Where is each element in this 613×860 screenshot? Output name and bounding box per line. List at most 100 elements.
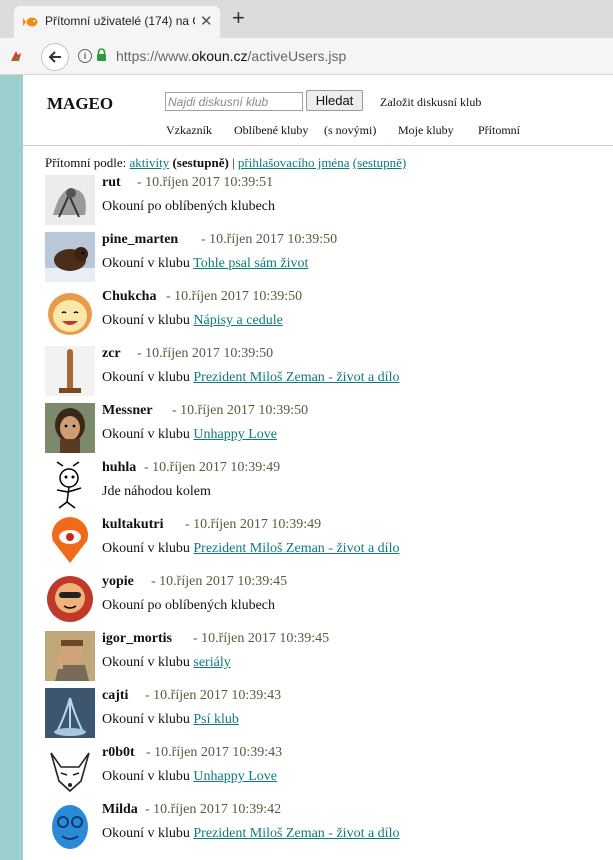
user-time-value: 10.říjen 2017 10:39:45 [201, 631, 330, 646]
user-name[interactable]: Messner [102, 403, 153, 419]
user-avatar[interactable] [45, 745, 95, 795]
browser-toolbar: i https://www.okoun.cz/activeUsers.jsp [0, 38, 613, 75]
user-activity: Okouní v klubu Nápisy a cedule [102, 313, 283, 329]
user-name[interactable]: yopie [102, 574, 134, 590]
user-row: r0b0t - 10.říjen 2017 10:39:43 Okouní v kl… [45, 745, 605, 797]
club-link[interactable]: seriály [193, 655, 230, 670]
url-host: okoun.cz [191, 48, 248, 64]
browser-tab[interactable]: Přítomní uživatelé (174) na Okoun.cz ✕ [14, 6, 220, 38]
user-avatar[interactable] [45, 175, 95, 225]
user-avatar[interactable] [45, 688, 95, 738]
club-link[interactable]: Tohle psal sám život [193, 256, 308, 271]
user-time-value: 10.říjen 2017 10:39:42 [153, 802, 282, 817]
club-link[interactable]: Prezident Miloš Zeman - život a dílo [193, 370, 399, 385]
user-avatar[interactable] [45, 574, 95, 624]
nav-with-new[interactable]: (s novými) [324, 123, 376, 138]
user-time-value: 10.říjen 2017 10:39:50 [180, 403, 309, 418]
club-link[interactable]: Prezident Miloš Zeman - život a dílo [193, 541, 399, 556]
user-name[interactable]: igor_mortis [102, 631, 172, 647]
user-activity-text: Okouní po oblíbených klubech [102, 199, 276, 214]
sort-by-activity-link[interactable]: aktivity [130, 155, 170, 170]
fish-favicon-icon [23, 17, 38, 27]
club-link[interactable]: Prezident Miloš Zeman - život a dílo [193, 826, 399, 841]
user-activity-text: Okouní po oblíbených klubech [102, 598, 276, 613]
url-prefix: https://www. [116, 48, 192, 64]
user-avatar[interactable] [45, 403, 95, 453]
club-link[interactable]: Unhappy Love [193, 769, 277, 784]
user-name[interactable]: rut [102, 175, 121, 191]
user-row: rut - 10.říjen 2017 10:39:51 Okouní po obl… [45, 175, 605, 227]
user-time: - 10.říjen 2017 10:39:43 [146, 745, 283, 760]
user-name[interactable]: kultakutri [102, 517, 163, 533]
user-time-value: 10.říjen 2017 10:39:43 [154, 745, 283, 760]
club-link[interactable]: Psí klub [193, 712, 239, 727]
user-time: - 10.říjen 2017 10:39:45 [151, 574, 288, 589]
user-time: - 10.říjen 2017 10:39:50 [201, 232, 338, 247]
info-icon[interactable]: i [78, 49, 92, 63]
sort-prefix: Přítomní podle: [45, 155, 127, 170]
user-row: yopie - 10.říjen 2017 10:39:45 Okouní po o… [45, 574, 605, 626]
nav-messages[interactable]: Vzkazník [166, 123, 212, 138]
user-activity: Okouní v klubu Unhappy Love [102, 769, 277, 785]
user-time: - 10.říjen 2017 10:39:50 [166, 289, 303, 304]
user-avatar[interactable] [45, 232, 95, 282]
user-activity-text: Okouní v klubu [102, 826, 190, 841]
user-avatar[interactable] [45, 289, 95, 339]
user-time-value: 10.říjen 2017 10:39:50 [174, 289, 303, 304]
lock-icon[interactable] [96, 48, 107, 62]
user-avatar[interactable] [45, 517, 95, 567]
user-activity-text: Okouní v klubu [102, 655, 190, 670]
user-name[interactable]: huhla [102, 460, 136, 476]
user-activity: Okouní v klubu Tohle psal sám život [102, 256, 308, 272]
extension-icon[interactable] [9, 49, 23, 63]
user-activity: Okouní v klubu Prezident Miloš Zeman - ž… [102, 370, 399, 386]
user-avatar[interactable] [45, 346, 95, 396]
user-time: - 10.říjen 2017 10:39:45 [193, 631, 330, 646]
user-activity: Jde náhodou kolem [102, 484, 211, 500]
tab-title: Přítomní uživatelé (174) na Okoun.cz [45, 14, 195, 28]
user-activity: Okouní v klubu Prezident Miloš Zeman - ž… [102, 541, 399, 557]
header-divider [23, 145, 613, 146]
sort-activity-order: (sestupně) [172, 155, 229, 170]
user-activity-text: Jde náhodou kolem [102, 484, 211, 499]
user-time: - 10.říjen 2017 10:39:50 [172, 403, 309, 418]
user-row: huhla - 10.říjen 2017 10:39:49 Jde náhodou… [45, 460, 605, 512]
club-link[interactable]: Unhappy Love [193, 427, 277, 442]
sort-separator: | [232, 155, 235, 170]
new-tab-icon[interactable]: + [232, 7, 245, 29]
club-link[interactable]: Nápisy a cedule [193, 313, 282, 328]
tab-close-icon[interactable]: ✕ [200, 12, 213, 30]
search-button[interactable]: Hledat [306, 90, 363, 111]
user-activity: Okouní v klubu Prezident Miloš Zeman - ž… [102, 826, 399, 842]
user-activity-text: Okouní v klubu [102, 541, 190, 556]
back-button[interactable] [41, 43, 69, 71]
user-time: - 10.říjen 2017 10:39:42 [145, 802, 282, 817]
sort-by-login-link[interactable]: přihlašovacího jména [238, 155, 350, 170]
user-name[interactable]: cajti [102, 688, 128, 704]
user-time: - 10.říjen 2017 10:39:51 [137, 175, 274, 190]
found-club-link[interactable]: Založit diskusní klub [380, 95, 481, 110]
user-avatar[interactable] [45, 631, 95, 681]
user-name[interactable]: pine_marten [102, 232, 178, 248]
user-row: kultakutri - 10.říjen 2017 10:39:49 Okouní… [45, 517, 605, 569]
user-name[interactable]: zcr [102, 346, 121, 362]
user-activity-text: Okouní v klubu [102, 256, 190, 271]
user-name[interactable]: Chukcha [102, 289, 156, 305]
user-activity-text: Okouní v klubu [102, 313, 190, 328]
nav-present[interactable]: Přítomní [478, 123, 520, 138]
club-search-input[interactable] [165, 92, 303, 111]
user-activity: Okouní po oblíbených klubech [102, 598, 275, 614]
user-avatar[interactable] [45, 460, 95, 510]
user-row: Messner - 10.říjen 2017 10:39:50 Okouní v … [45, 403, 605, 455]
user-name[interactable]: r0b0t [102, 745, 135, 761]
user-row: pine_marten - 10.říjen 2017 10:39:50 Okoun… [45, 232, 605, 284]
user-time-value: 10.říjen 2017 10:39:50 [209, 232, 338, 247]
user-name[interactable]: Milda [102, 802, 138, 818]
nav-my-clubs[interactable]: Moje kluby [398, 123, 454, 138]
nav-favorite-clubs[interactable]: Oblíbené kluby [234, 123, 308, 138]
address-bar[interactable]: https://www.okoun.cz/activeUsers.jsp [116, 48, 346, 64]
user-avatar[interactable] [45, 802, 95, 852]
sort-login-order-link[interactable]: (sestupně) [353, 155, 406, 170]
user-activity-text: Okouní v klubu [102, 769, 190, 784]
user-time-value: 10.říjen 2017 10:39:45 [159, 574, 288, 589]
